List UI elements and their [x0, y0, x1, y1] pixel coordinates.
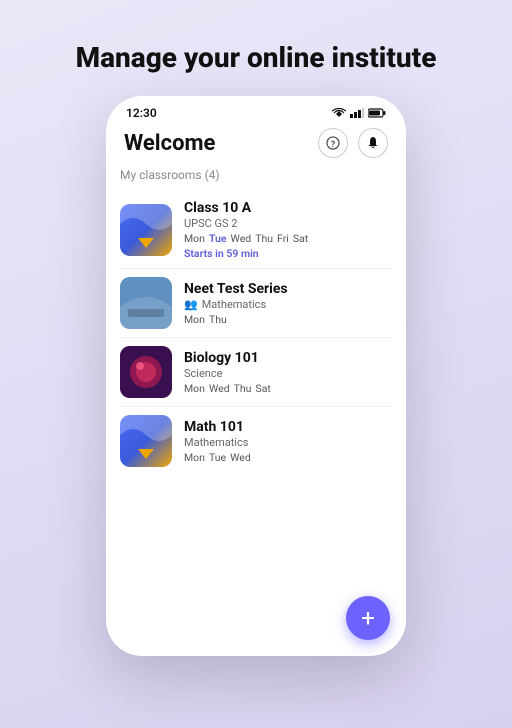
day-wed-bio: Wed: [209, 382, 230, 395]
thumbnail-bio101: [120, 346, 172, 398]
card-sub-math101: Mathematics: [184, 436, 392, 449]
card-name-class10a: Class 10 A: [184, 200, 392, 216]
day-mon-math: Mon: [184, 451, 205, 464]
card-name-math101: Math 101: [184, 419, 392, 435]
day-sat-bio: Sat: [255, 382, 270, 395]
day-wed-math: Wed: [230, 451, 251, 464]
time-display: 12:30: [126, 106, 157, 120]
card-days-math101: Mon Tue Wed: [184, 451, 392, 464]
notification-button[interactable]: [358, 128, 388, 158]
day-tue-math: Tue: [209, 451, 226, 464]
card-info-math101: Math 101 Mathematics Mon Tue Wed: [184, 419, 392, 464]
card-sub-bio101: Science: [184, 367, 392, 380]
classroom-card-neet[interactable]: Neet Test Series 👥 Mathematics Mon Thu: [120, 269, 392, 338]
help-button[interactable]: ?: [318, 128, 348, 158]
app-title: Welcome: [124, 131, 215, 156]
card-days-class10a: Mon Tue Wed Thu Fri Sat: [184, 232, 392, 245]
signal-icon: [350, 108, 364, 118]
card-sub-neet: 👥 Mathematics: [184, 298, 392, 311]
header-icons: ?: [318, 128, 388, 158]
thumb-wave-class10a: [120, 204, 172, 256]
day-mon-neet: Mon: [184, 313, 205, 326]
thumb-wave-neet: [120, 277, 172, 329]
day-tue: Tue: [209, 232, 227, 245]
status-icons: [332, 108, 386, 118]
classroom-card-class10a[interactable]: Class 10 A UPSC GS 2 Mon Tue Wed Thu Fri…: [120, 192, 392, 269]
card-info-neet: Neet Test Series 👥 Mathematics Mon Thu: [184, 281, 392, 326]
bell-icon: [366, 136, 380, 150]
starts-badge-class10a: Starts in 59 min: [184, 247, 392, 260]
section-label: My classrooms (4): [120, 168, 392, 182]
wifi-icon: [332, 108, 346, 118]
classroom-card-math101[interactable]: Math 101 Mathematics Mon Tue Wed: [120, 407, 392, 475]
day-mon-bio: Mon: [184, 382, 205, 395]
day-thu-neet: Thu: [209, 313, 227, 326]
app-header: Welcome ?: [106, 124, 406, 168]
help-icon: ?: [326, 136, 340, 150]
card-sub-class10a: UPSC GS 2: [184, 217, 392, 230]
thumbnail-neet: [120, 277, 172, 329]
status-bar: 12:30: [106, 96, 406, 124]
people-icon-neet: 👥: [184, 298, 198, 311]
card-days-neet: Mon Thu: [184, 313, 392, 326]
thumb-wave-bio101: [120, 346, 172, 398]
day-mon: Mon: [184, 232, 205, 245]
day-thu: Thu: [255, 232, 273, 245]
content-area: My classrooms (4) Class 10 A UPSC GS 2 M…: [106, 168, 406, 656]
card-days-bio101: Mon Wed Thu Sat: [184, 382, 392, 395]
day-wed: Wed: [231, 232, 252, 245]
card-name-bio101: Biology 101: [184, 350, 392, 366]
day-sat: Sat: [293, 232, 308, 245]
card-name-neet: Neet Test Series: [184, 281, 392, 297]
day-fri: Fri: [277, 232, 289, 245]
card-info-bio101: Biology 101 Science Mon Wed Thu Sat: [184, 350, 392, 395]
card-info-class10a: Class 10 A UPSC GS 2 Mon Tue Wed Thu Fri…: [184, 200, 392, 260]
card-subject-neet: Mathematics: [202, 298, 266, 311]
classroom-card-bio101[interactable]: Biology 101 Science Mon Wed Thu Sat: [120, 338, 392, 407]
battery-icon: [368, 108, 386, 118]
thumb-wave-math101: [120, 415, 172, 467]
thumbnail-class10a: [120, 204, 172, 256]
svg-text:?: ?: [331, 140, 336, 150]
thumbnail-math101: [120, 415, 172, 467]
day-thu-bio: Thu: [234, 382, 252, 395]
phone-frame: 12:30 Welcome: [106, 96, 406, 656]
page-heading: Manage your online institute: [46, 0, 467, 96]
